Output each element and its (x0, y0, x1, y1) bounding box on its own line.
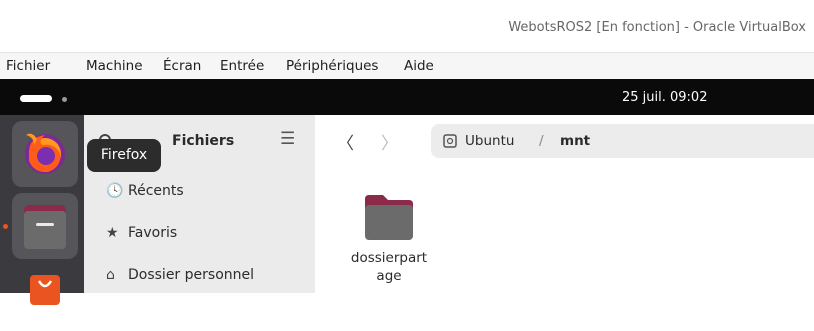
clock[interactable]: 25 juil. 09:02 (622, 90, 707, 105)
star-icon: ★ (106, 225, 119, 241)
menu-peripheriques[interactable]: Périphériques (286, 58, 378, 74)
path-separator: / (539, 133, 544, 149)
dock-tooltip: Firefox (87, 139, 161, 172)
path-segment-current[interactable]: mnt (560, 133, 590, 149)
files-main-view: 〈 〉 Ubuntu / mnt dossierpart age (315, 115, 814, 293)
sidebar-item-label: Favoris (128, 225, 178, 241)
sidebar-item-favoris[interactable]: ★ Favoris (106, 225, 177, 241)
folder-name-line2: age (376, 268, 402, 284)
home-icon: ⌂ (106, 267, 115, 283)
activities-indicator[interactable] (20, 95, 52, 102)
window-titlebar: WebotsROS2 [En fonction] - Oracle Virtua… (0, 0, 814, 53)
path-segment-root[interactable]: Ubuntu (465, 133, 514, 149)
software-icon (30, 275, 60, 305)
firefox-icon (25, 133, 65, 174)
sidebar-title: Fichiers (172, 133, 235, 149)
back-icon[interactable]: 〈 (337, 129, 354, 154)
dock-software[interactable] (12, 265, 78, 331)
folder-name-line1: dossierpart (350, 250, 428, 266)
menu-fichier[interactable]: Fichier (6, 58, 50, 74)
dock-firefox[interactable] (12, 121, 78, 187)
drive-icon (443, 134, 457, 148)
menu-entree[interactable]: Entrée (220, 58, 264, 74)
hamburger-menu-icon[interactable]: ☰ (280, 129, 295, 149)
menu-ecran[interactable]: Écran (163, 58, 201, 74)
clock-icon: 🕓 (106, 183, 124, 199)
running-indicator (3, 224, 8, 229)
files-icon (24, 205, 66, 249)
ubuntu-topbar: 25 juil. 09:02 (0, 79, 814, 115)
dock (0, 115, 84, 305)
menu-machine[interactable]: Machine (86, 58, 143, 74)
workspace-dot (62, 97, 67, 102)
folder-item[interactable]: dossierpart age (339, 193, 439, 285)
forward-icon[interactable]: 〉 (381, 129, 398, 154)
window-title: WebotsROS2 [En fonction] - Oracle Virtua… (508, 20, 806, 35)
sidebar-item-home[interactable]: ⌂ Dossier personnel (106, 267, 254, 283)
path-bar[interactable]: Ubuntu / mnt (431, 124, 814, 158)
sidebar-item-recents[interactable]: 🕓 Récents (106, 183, 184, 199)
dock-files[interactable] (12, 193, 78, 259)
menubar: Fichier Machine Écran Entrée Périphériqu… (0, 53, 814, 79)
menu-aide[interactable]: Aide (404, 58, 434, 74)
sidebar-item-label: Récents (128, 183, 184, 199)
folder-icon (365, 195, 413, 240)
sidebar-item-label: Dossier personnel (128, 267, 255, 283)
